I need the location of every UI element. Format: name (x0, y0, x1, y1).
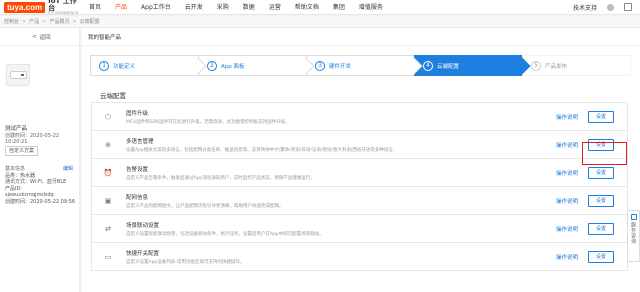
breadcrumb-separator: > (72, 18, 77, 25)
step-product-release[interactable]: 5 产品发布 (522, 55, 631, 76)
breadcrumb-item[interactable]: 产品 (29, 18, 39, 25)
breadcrumb-item-current: 云端配置 (79, 19, 100, 25)
step-label: App 面板 (221, 63, 245, 70)
breadcrumb: 控制台 > 产品 > 产品概况 > 云端配置 (0, 16, 640, 28)
instructions-link[interactable]: 操作说明 (556, 197, 578, 205)
custom-solution-button[interactable]: 自定义方案 (5, 146, 39, 156)
settings-button[interactable]: 设置 (588, 250, 614, 263)
nav-item-cloud-dev[interactable]: 云开发 (178, 0, 210, 15)
step-number: 1 (99, 60, 109, 71)
settings-button[interactable]: 设置 (588, 194, 614, 207)
config-description: 自定义设置智能联动场景，包括设备联动条件，执行任务，设置后用户在App中即可配置… (126, 231, 324, 237)
config-row-alarm: ⏰ 告警设置 自定义产品告警条件，触发后通过App消息通知用户，实时监控产品状态… (91, 158, 628, 187)
step-number: 4 (423, 60, 433, 71)
settings-button[interactable]: 设置 (588, 166, 614, 179)
main-content: 我的智能产品 1 功能定义 2 App 面板 3 硬件开发 4 云端配置 5 产… (82, 28, 640, 292)
nav-item-data[interactable]: 数据 (236, 0, 262, 15)
config-title: 场景联动设置 (126, 222, 160, 229)
firmware-icon: ⬡ (104, 112, 112, 121)
language-icon: ⊕ (105, 140, 111, 149)
logout-icon[interactable] (624, 3, 632, 11)
breadcrumb-item[interactable]: 产品概况 (49, 18, 69, 25)
config-title: 配网信息 (126, 194, 149, 201)
basic-info-header: 基本信息 编辑 (5, 165, 73, 172)
config-list: ⬡ 固件升级 MCU固件和SDK固件可在此进行升级，无需烧录。此功能需控制板支持… (91, 102, 628, 271)
service-consult-label: 服务咨询 (630, 222, 636, 244)
config-description: MCU固件和SDK固件可在此进行升级，无需烧录。此功能需控制板支持固件升级。 (126, 119, 290, 125)
config-description: 自定义产品告警条件，触发后通过App消息通知用户，实时监控产品状态，保障产品健康… (126, 175, 315, 181)
instructions-link[interactable]: 操作说明 (556, 253, 578, 261)
chevron-left-icon: < (32, 33, 37, 40)
basic-info-list: 品类：热水器 通讯方式：Wi-Fi、蓝牙BLE 产品ID: sjeeuukcmq… (5, 173, 75, 205)
main-nav: 首页 产品 App工作台 云开发 采购 数据 运营 帮助文档 集团 增值服务 (82, 0, 390, 15)
info-create-time: 创建时间：2020-05-22 09:56 (5, 198, 76, 205)
instructions-link[interactable]: 操作说明 (556, 141, 578, 149)
nav-item-home[interactable]: 首页 (82, 0, 108, 15)
config-title: 多语言管理 (126, 138, 154, 145)
step-number: 3 (315, 60, 325, 71)
step-number: 2 (207, 60, 217, 71)
page-title: 我的智能产品 (82, 28, 640, 46)
product-sidebar: < 返回 测试产品 创建时间：2020-05-22 10:20:21 自定义方案… (0, 28, 80, 292)
service-consult-tab[interactable]: 服务咨询 (627, 210, 640, 262)
step-label: 云端配置 (437, 63, 460, 70)
step-app-panel[interactable]: 2 App 面板 (198, 55, 315, 76)
section-title: 云端配置 (100, 92, 126, 100)
nav-item-product[interactable]: 产品 (108, 0, 134, 15)
nav-item-value-added[interactable]: 增值服务 (352, 0, 390, 15)
tech-support-link[interactable]: 技术支持 (573, 3, 597, 12)
settings-button[interactable]: 设置 (588, 222, 614, 235)
nav-item-purchase[interactable]: 采购 (210, 0, 236, 15)
config-row-firmware: ⬡ 固件升级 MCU固件和SDK固件可在此进行升级，无需烧录。此功能需控制板支持… (91, 102, 628, 131)
network-config-icon: ▣ (104, 196, 112, 205)
dev-stepper: 1 功能定义 2 App 面板 3 硬件开发 4 云端配置 5 产品发布 (90, 55, 631, 76)
config-row-multilanguage: ⊕ 多语言管理 设置App相关文案的多语言，包括配网分类名称、推送消息等。支持简… (91, 130, 628, 159)
nav-item-docs[interactable]: 帮助文档 (288, 0, 326, 15)
instructions-link[interactable]: 操作说明 (556, 225, 578, 233)
product-image (6, 64, 30, 86)
back-button[interactable]: < 返回 (0, 28, 79, 46)
step-function-definition[interactable]: 1 功能定义 (90, 55, 207, 76)
config-title: 固件升级 (126, 110, 149, 117)
top-navigation-bar: tuya.com IoT 工作台 IOT WORKBENCH 首页 产品 App… (0, 0, 640, 15)
step-number: 5 (531, 60, 541, 71)
product-name: 测试产品 (5, 126, 28, 132)
settings-button[interactable]: 设置 (588, 110, 614, 123)
nav-item-app-workbench[interactable]: App工作台 (134, 0, 178, 15)
tuya-logo[interactable]: tuya.com IoT 工作台 IOT WORKBENCH (4, 0, 82, 16)
chat-icon (630, 214, 637, 220)
config-row-shortcut: ▭ 快捷开关配置 自定义设置App设备列表-常用功能区域可支持的快捷操作。 操作… (91, 242, 628, 271)
step-label: 功能定义 (113, 63, 136, 70)
config-row-scene: ⇄ 场景联动设置 自定义设置智能联动场景，包括设备联动条件，执行任务，设置后用户… (91, 214, 628, 243)
logo-badge: tuya.com (4, 1, 46, 13)
scene-icon: ⇄ (105, 224, 111, 233)
alarm-icon: ⏰ (103, 168, 113, 177)
step-label: 硬件开发 (329, 63, 352, 70)
instructions-link[interactable]: 操作说明 (556, 113, 578, 121)
step-hardware-dev[interactable]: 3 硬件开发 (306, 55, 423, 76)
config-description: 设置App相关文案的多语言，包括配网分类名称、推送消息等。支持简体中文/繁体/英… (126, 147, 398, 153)
nav-item-group[interactable]: 集团 (326, 0, 352, 15)
nav-item-operations[interactable]: 运营 (262, 0, 288, 15)
config-title: 告警设置 (126, 166, 149, 173)
basic-info-title: 基本信息 (5, 166, 26, 172)
instructions-link[interactable]: 操作说明 (556, 169, 578, 177)
back-label: 返回 (39, 34, 51, 41)
breadcrumb-separator: > (42, 18, 47, 25)
config-title: 快捷开关配置 (126, 250, 160, 257)
info-protocol: 通讯方式：Wi-Fi、蓝牙BLE (5, 179, 67, 186)
highlight-annotation (582, 142, 627, 165)
breadcrumb-item[interactable]: 控制台 (4, 18, 19, 25)
config-row-network: ▣ 配网信息 自定义产品的配网图文，让产品配网流程引导更清晰，帮助用户快速完成配… (91, 186, 628, 215)
shortcut-icon: ▭ (104, 252, 112, 261)
product-created-time: 创建时间：2020-05-22 10:20:21 (5, 133, 60, 145)
config-description: 自定义产品的配网图文，让产品配网流程引导更清晰，帮助用户快速完成配网。 (126, 203, 284, 209)
edit-link[interactable]: 编辑 (63, 165, 73, 172)
avatar[interactable] (607, 3, 614, 11)
step-label: 产品发布 (545, 63, 568, 70)
step-cloud-config[interactable]: 4 云端配置 (414, 55, 531, 76)
breadcrumb-separator: > (22, 18, 27, 25)
config-description: 自定义设置App设备列表-常用功能区域可支持的快捷操作。 (126, 259, 245, 265)
